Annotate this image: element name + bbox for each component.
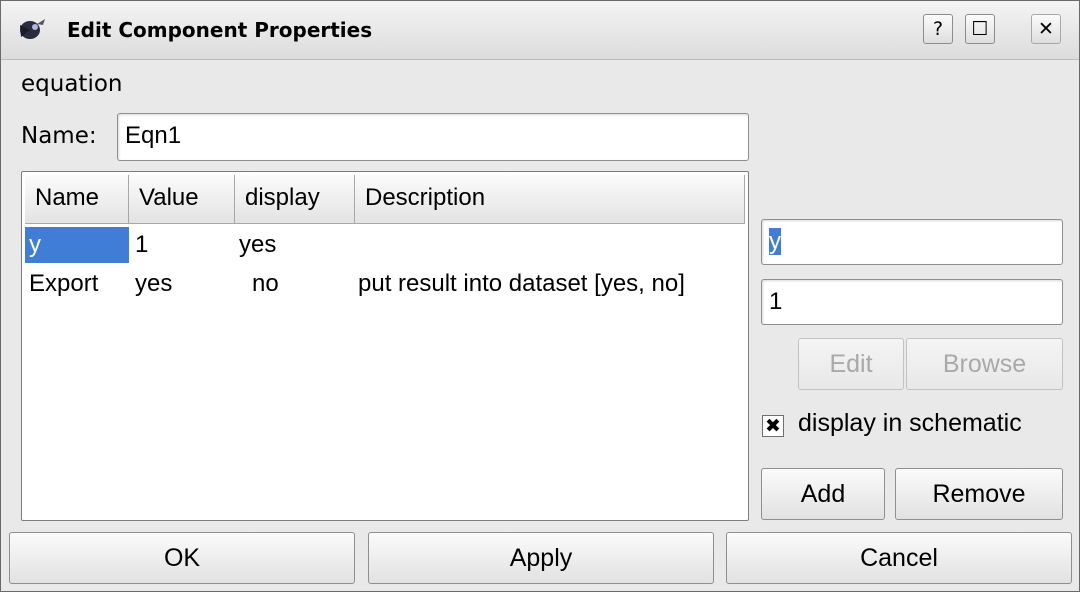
column-header-name[interactable]: Name — [25, 175, 129, 223]
maximize-button[interactable]: ☐ — [965, 14, 995, 44]
window-title: Edit Component Properties — [67, 18, 373, 42]
cell-value: yes — [135, 270, 173, 297]
table-row[interactable]: y 1 yes — [25, 227, 745, 263]
edit-button[interactable]: Edit — [798, 338, 904, 390]
table-header: Name Value display Description — [25, 175, 745, 224]
display-in-schematic-label[interactable]: display in schematic — [798, 409, 1022, 438]
name-field[interactable]: Eqn1 — [117, 113, 749, 161]
cell-display: no — [252, 270, 279, 297]
help-button[interactable]: ? — [923, 14, 953, 44]
display-in-schematic-checkbox[interactable]: ✖ — [762, 415, 784, 437]
browse-button[interactable]: Browse — [906, 338, 1063, 390]
properties-table[interactable]: Name Value display Description y 1 yes E… — [21, 171, 749, 521]
title-bar[interactable]: Edit Component Properties ? ☐ ✕ — [1, 1, 1079, 60]
table-row[interactable]: Export yes no put result into dataset [y… — [25, 266, 745, 302]
name-label: Name: — [21, 123, 97, 149]
cell-description: put result into dataset [yes, no] — [358, 270, 685, 297]
app-logo-icon — [20, 19, 45, 39]
cell-display: yes — [239, 231, 277, 258]
maximize-icon: ☐ — [971, 18, 989, 40]
close-button[interactable]: ✕ — [1031, 14, 1061, 44]
cell-name: Export — [29, 270, 99, 297]
help-icon: ? — [932, 18, 944, 40]
column-header-display[interactable]: display — [235, 175, 355, 223]
dialog-window: Edit Component Properties ? ☐ ✕ equation… — [0, 0, 1080, 592]
checkmark-icon: ✖ — [765, 414, 781, 437]
close-icon: ✕ — [1038, 18, 1054, 40]
component-type-label: equation — [21, 71, 123, 97]
cancel-button[interactable]: Cancel — [726, 532, 1072, 584]
property-value-field[interactable]: 1 — [761, 279, 1063, 325]
property-name-field[interactable]: y — [761, 219, 1063, 265]
add-button[interactable]: Add — [761, 468, 885, 520]
property-name-value: y — [769, 228, 781, 255]
cell-name: y — [25, 227, 129, 263]
column-header-value[interactable]: Value — [129, 175, 235, 223]
remove-button[interactable]: Remove — [895, 468, 1063, 520]
apply-button[interactable]: Apply — [368, 532, 714, 584]
cell-value: 1 — [135, 231, 149, 258]
column-header-description[interactable]: Description — [355, 175, 745, 223]
ok-button[interactable]: OK — [9, 532, 355, 584]
